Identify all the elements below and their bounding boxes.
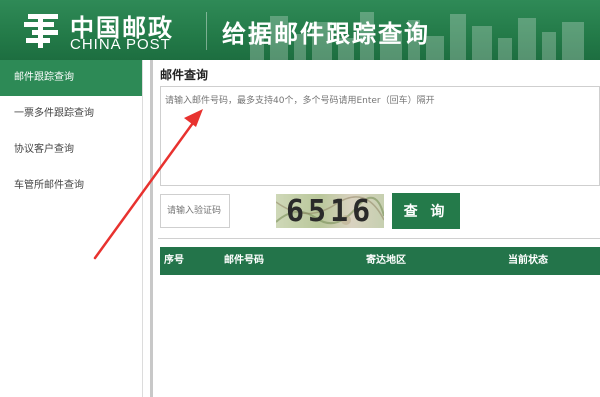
column-header-index: 序号 — [164, 255, 184, 266]
china-post-logo-icon — [24, 14, 58, 48]
sidebar-item-label: 车管所邮件查询 — [14, 180, 84, 191]
column-header-destination: 寄达地区 — [366, 255, 406, 266]
sidebar-item-label: 邮件跟踪查询 — [14, 72, 74, 83]
results-table-body — [160, 275, 600, 397]
captcha-input[interactable] — [160, 194, 230, 228]
section-title: 邮件查询 — [160, 68, 209, 82]
header-divider — [206, 12, 207, 50]
column-header-tracking-number: 邮件号码 — [224, 255, 264, 266]
results-table-header: 序号 邮件号码 寄达地区 当前状态 — [160, 247, 600, 275]
sidebar-item-vehicle-admin-mail[interactable]: 车管所邮件查询 — [0, 168, 142, 204]
page-title: 给据邮件跟踪查询 — [222, 20, 430, 48]
captcha-text: 6516 — [286, 194, 375, 228]
sidebar: 邮件跟踪查询 一票多件跟踪查询 协议客户查询 车管所邮件查询 — [0, 60, 143, 397]
logo-text-en: CHINA POST — [70, 36, 171, 53]
column-header-status: 当前状态 — [508, 255, 548, 266]
sidebar-item-label: 协议客户查询 — [14, 144, 74, 155]
sidebar-divider — [150, 60, 153, 397]
sidebar-item-label: 一票多件跟踪查询 — [14, 108, 94, 119]
sidebar-item-mail-tracking[interactable]: 邮件跟踪查询 — [0, 60, 142, 96]
section-separator — [158, 238, 600, 239]
captcha-image[interactable]: 6516 — [276, 194, 384, 228]
page-header: 中国邮政 CHINA POST 给据邮件跟踪查询 — [0, 0, 600, 60]
sidebar-item-contract-customer[interactable]: 协议客户查询 — [0, 132, 142, 168]
sidebar-item-multi-piece-tracking[interactable]: 一票多件跟踪查询 — [0, 96, 142, 132]
query-button[interactable]: 查 询 — [392, 193, 460, 229]
tracking-number-input[interactable] — [160, 86, 600, 186]
